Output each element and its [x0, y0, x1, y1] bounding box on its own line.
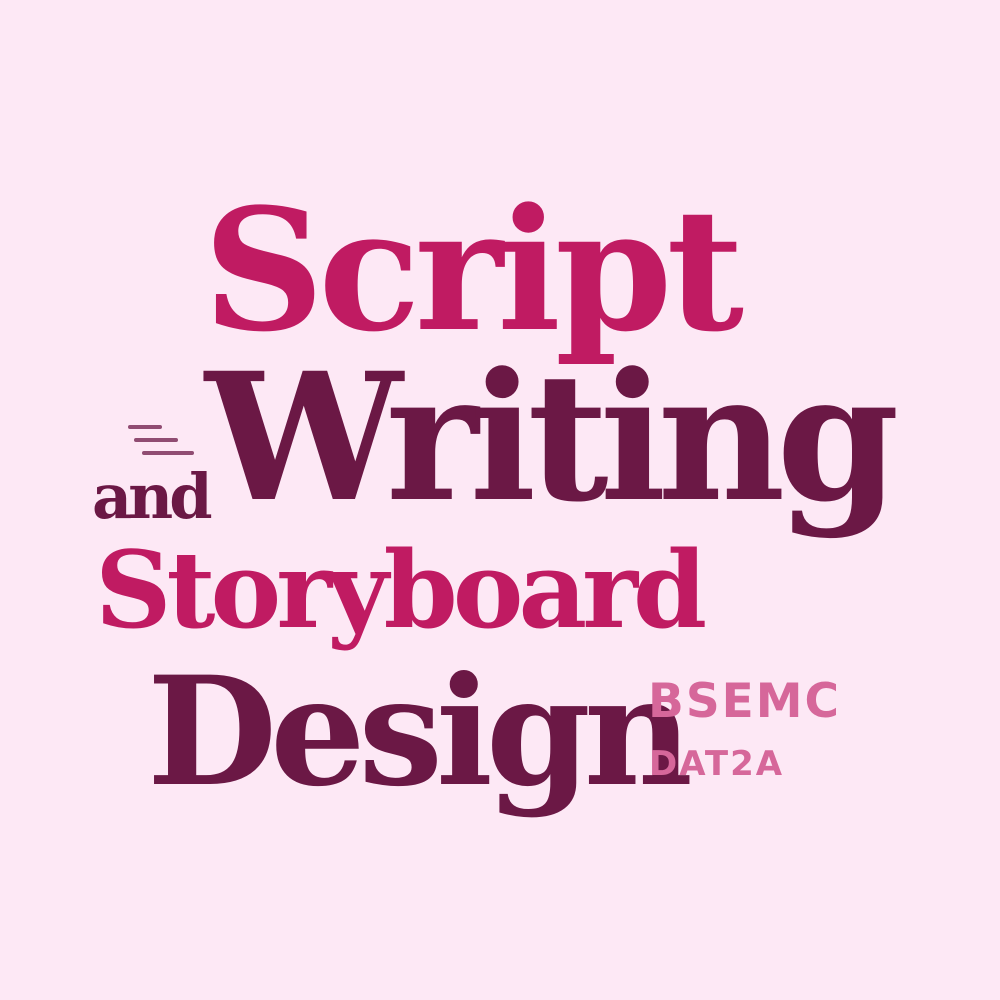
title-script: Script	[203, 171, 744, 369]
title-and: and	[92, 460, 213, 533]
title-storyboard: Storyboard	[95, 527, 707, 652]
course-section: DAT2A	[649, 744, 785, 784]
speed-line	[128, 425, 162, 429]
course-code: BSEMC	[648, 674, 842, 729]
poster: Script Writing and Storyboard Design BSE…	[0, 0, 1000, 1000]
speed-line	[142, 451, 194, 455]
title-writing: Writing	[205, 334, 900, 541]
title-design: Design	[147, 644, 693, 820]
speed-line	[134, 438, 178, 442]
